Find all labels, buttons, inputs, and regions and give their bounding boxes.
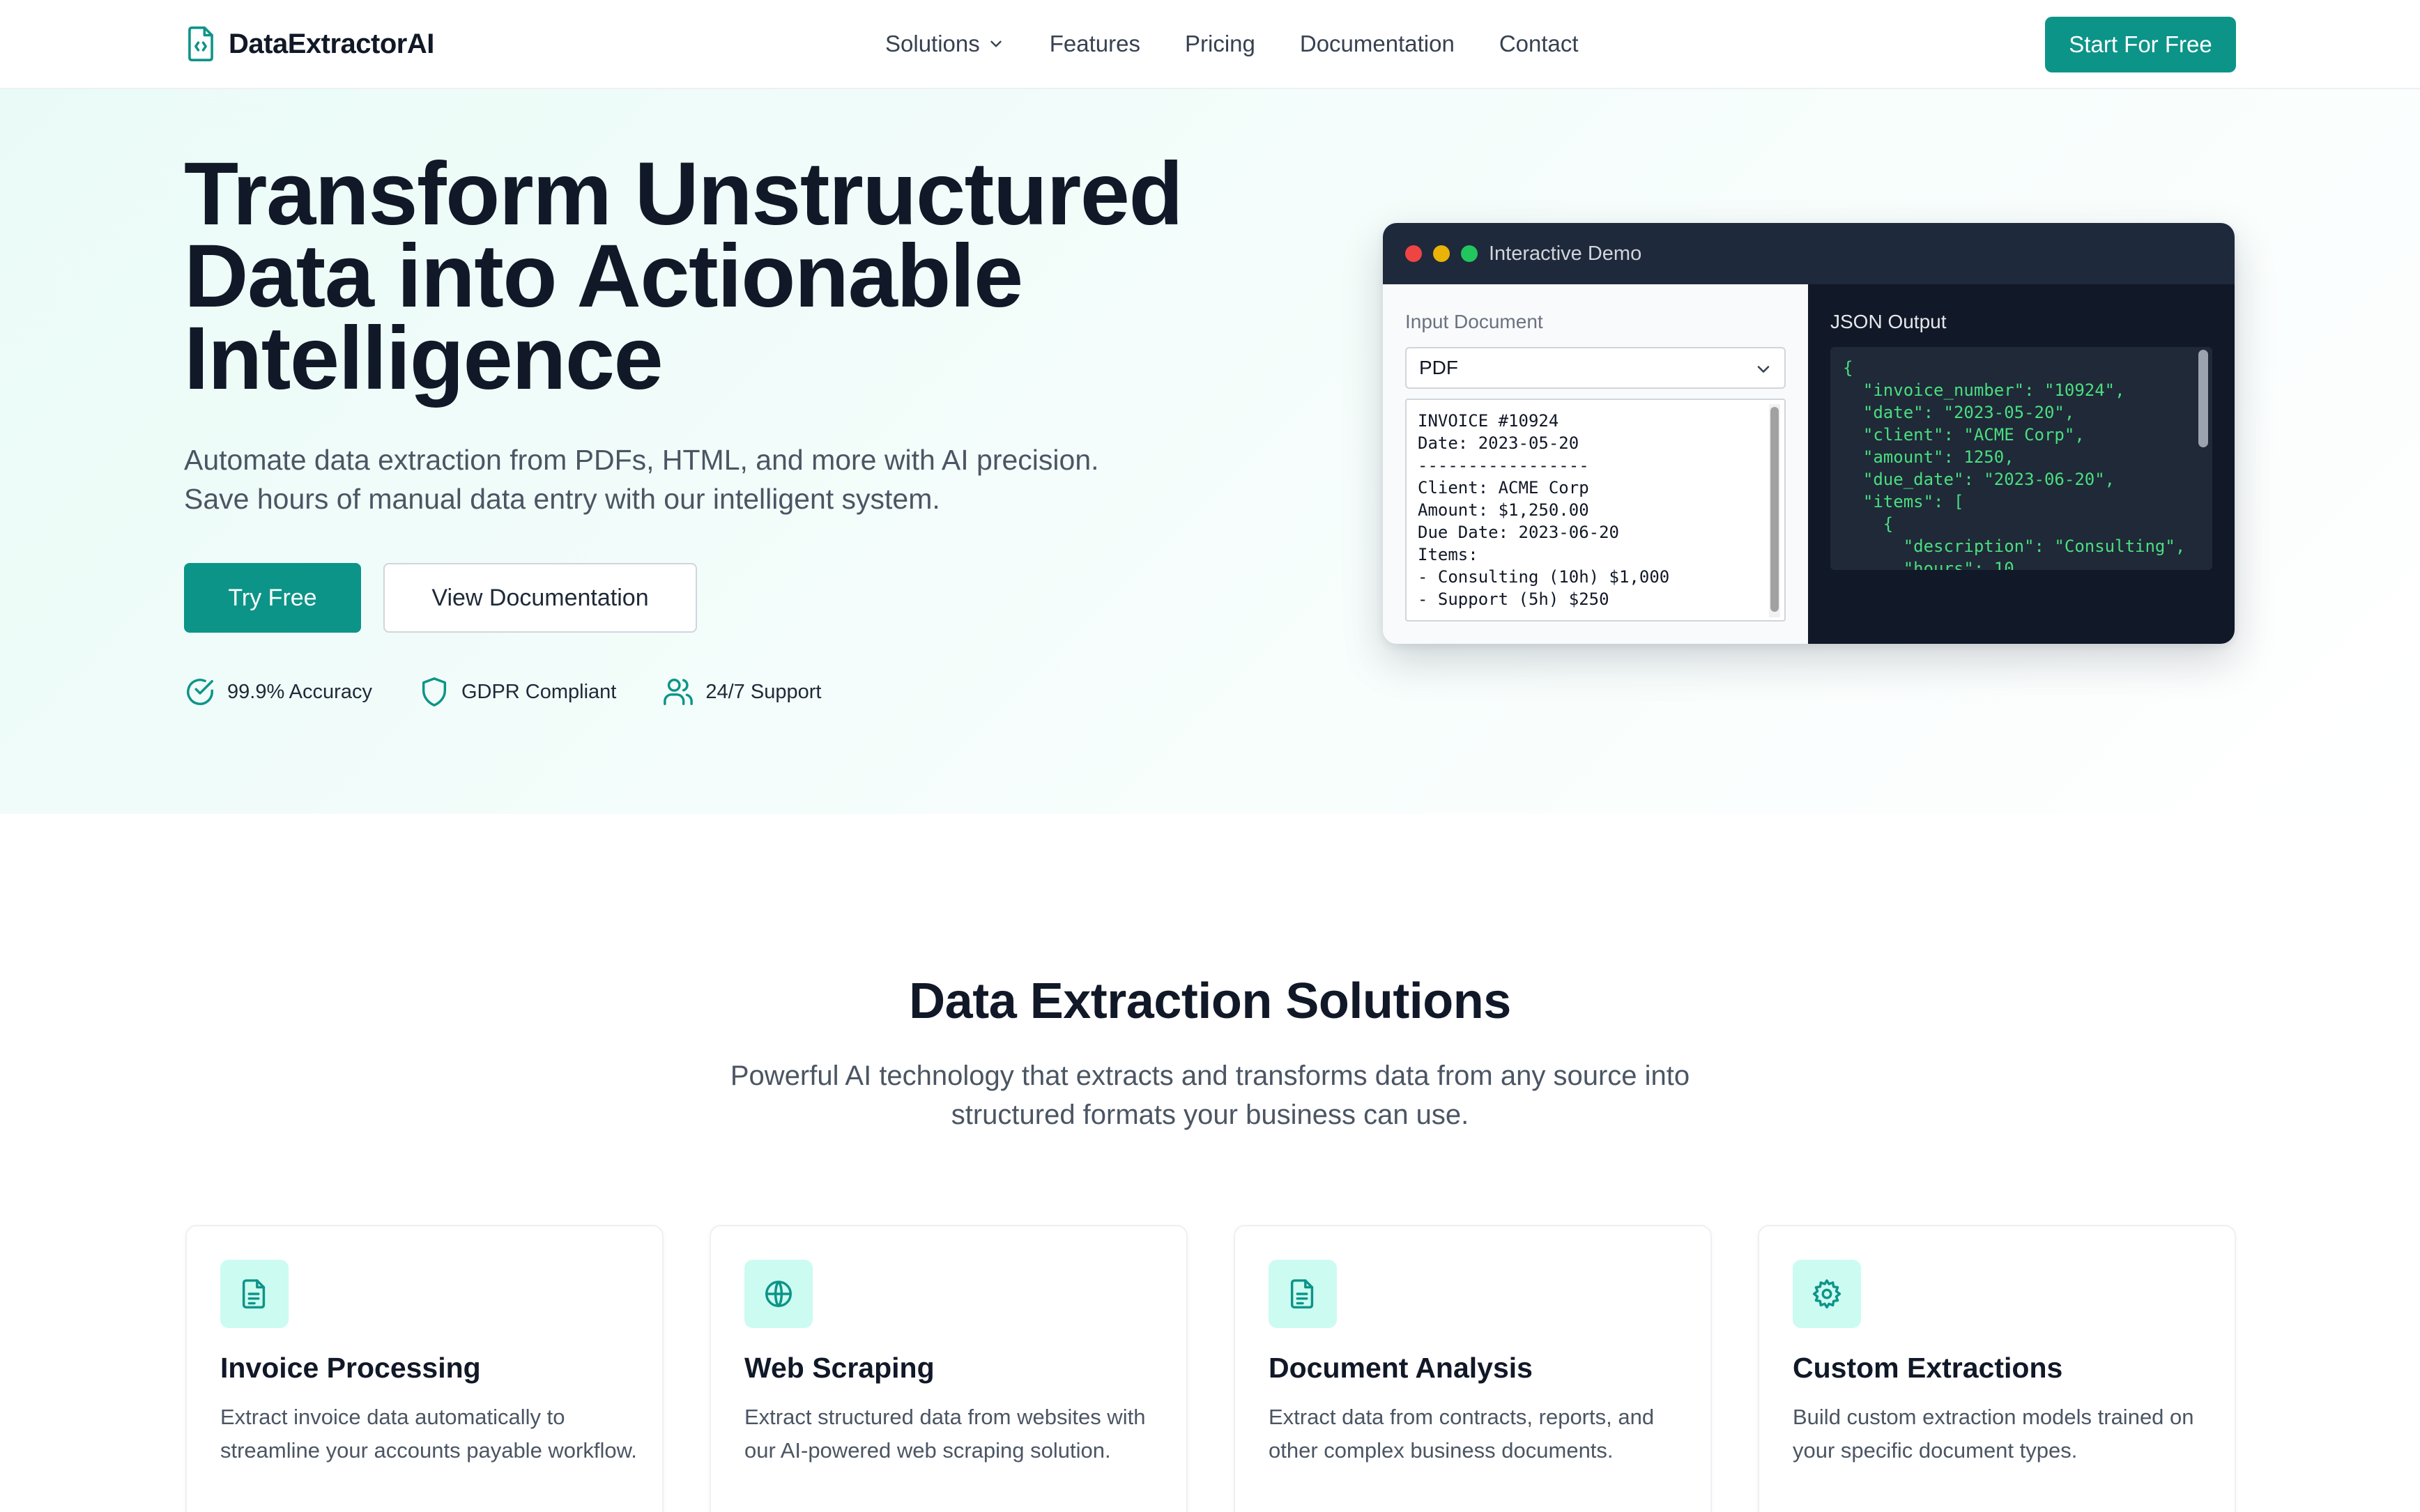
start-for-free-button[interactable]: Start For Free bbox=[2045, 17, 2236, 72]
shield-icon bbox=[422, 677, 447, 707]
format-select[interactable]: PDF bbox=[1405, 347, 1786, 389]
hero-subtitle: Automate data extraction from PDFs, HTML… bbox=[184, 444, 1099, 515]
code-document-icon bbox=[188, 26, 213, 61]
nav-solutions-label: Solutions bbox=[885, 31, 980, 56]
window-close-dot bbox=[1405, 245, 1422, 262]
trust-badges: 99.9% Accuracy GDPR Compliant 24/7 Suppo… bbox=[184, 676, 867, 708]
document-icon bbox=[1290, 1279, 1314, 1309]
card-title: Document Analysis bbox=[1269, 1352, 1533, 1384]
card-description: Extract data from contracts, reports, an… bbox=[1269, 1405, 1655, 1463]
brand-logo[interactable]: DataExtractorAI bbox=[185, 26, 434, 61]
input-document-label: Input Document bbox=[1405, 311, 1543, 332]
check-circle-icon bbox=[187, 679, 213, 705]
brand-name: DataExtractorAI bbox=[229, 28, 434, 59]
chevron-down-icon bbox=[1757, 366, 1770, 373]
card-title: Invoice Processing bbox=[220, 1352, 481, 1384]
solution-card-custom-extractions[interactable]: Custom Extractions Build custom extracti… bbox=[1758, 1225, 2236, 1512]
hero-title: Transform Unstructured Data into Actiona… bbox=[184, 144, 1184, 408]
demo-title: Interactive Demo bbox=[1489, 242, 1642, 265]
demo-titlebar: Interactive Demo bbox=[1383, 223, 2235, 284]
main-nav: Solutions Features Pricing Documentation… bbox=[885, 31, 1623, 57]
globe-icon bbox=[765, 1281, 792, 1307]
solution-card-web-scraping[interactable]: Web Scraping Extract structured data fro… bbox=[710, 1225, 1188, 1512]
input-document-text: INVOICE #10924 Date: 2023-05-20 --------… bbox=[1418, 411, 1670, 609]
window-minimize-dot bbox=[1433, 245, 1450, 262]
badge-accuracy: 99.9% Accuracy bbox=[184, 676, 372, 708]
nav-solutions[interactable]: Solutions bbox=[885, 31, 1005, 57]
view-documentation-button[interactable]: View Documentation bbox=[383, 563, 697, 633]
input-pane: Input Document PDF INVOICE #10924 Date: … bbox=[1383, 284, 1808, 644]
solution-card-document-analysis[interactable]: Document Analysis Extract data from cont… bbox=[1234, 1225, 1712, 1512]
card-icon-badge bbox=[744, 1260, 813, 1328]
card-icon-badge bbox=[1793, 1260, 1861, 1328]
interactive-demo: Interactive Demo Input Document PDF INVO… bbox=[1383, 223, 2235, 644]
chevron-down-icon bbox=[990, 40, 1002, 47]
badge-support: 24/7 Support bbox=[662, 676, 821, 708]
card-icon-badge bbox=[220, 1260, 289, 1328]
nav-pricing[interactable]: Pricing bbox=[1185, 31, 1255, 57]
badge-gdpr-label: GDPR Compliant bbox=[461, 680, 617, 703]
try-free-button[interactable]: Try Free bbox=[184, 563, 361, 633]
nav-contact[interactable]: Contact bbox=[1499, 31, 1579, 57]
users-icon bbox=[664, 679, 694, 705]
solution-card-invoice[interactable]: Invoice Processing Extract invoice data … bbox=[185, 1225, 664, 1512]
input-scrollbar[interactable] bbox=[1770, 407, 1779, 612]
top-navbar: DataExtractorAI Solutions Features Prici… bbox=[0, 0, 2420, 89]
card-title: Web Scraping bbox=[744, 1352, 935, 1384]
output-scrollbar[interactable] bbox=[2198, 350, 2208, 447]
window-maximize-dot bbox=[1461, 245, 1478, 262]
document-icon bbox=[242, 1279, 266, 1309]
format-select-value: PDF bbox=[1419, 357, 1458, 378]
card-icon-badge bbox=[1269, 1260, 1337, 1328]
gear-icon bbox=[1812, 1279, 1841, 1309]
nav-documentation[interactable]: Documentation bbox=[1300, 31, 1455, 57]
badge-support-label: 24/7 Support bbox=[705, 680, 822, 703]
json-output-label: JSON Output bbox=[1830, 311, 1947, 332]
badge-gdpr: GDPR Compliant bbox=[418, 676, 616, 708]
card-description: Build custom extraction models trained o… bbox=[1793, 1405, 2194, 1463]
card-title: Custom Extractions bbox=[1793, 1352, 2063, 1384]
json-output-text: { "invoice_number": "10924", "date": "20… bbox=[1843, 358, 2186, 570]
card-description: Extract invoice data automatically to st… bbox=[220, 1405, 637, 1463]
json-output-box[interactable]: { "invoice_number": "10924", "date": "20… bbox=[1830, 347, 2212, 570]
badge-accuracy-label: 99.9% Accuracy bbox=[227, 680, 372, 703]
solutions-title: Data Extraction Solutions bbox=[909, 973, 1511, 1029]
nav-features[interactable]: Features bbox=[1050, 31, 1140, 57]
card-description: Extract structured data from websites wi… bbox=[744, 1405, 1146, 1463]
solutions-subtitle: Powerful AI technology that extracts and… bbox=[730, 1060, 1690, 1130]
input-document-textarea[interactable]: INVOICE #10924 Date: 2023-05-20 --------… bbox=[1405, 399, 1786, 622]
output-pane: JSON Output { "invoice_number": "10924",… bbox=[1808, 284, 2235, 644]
